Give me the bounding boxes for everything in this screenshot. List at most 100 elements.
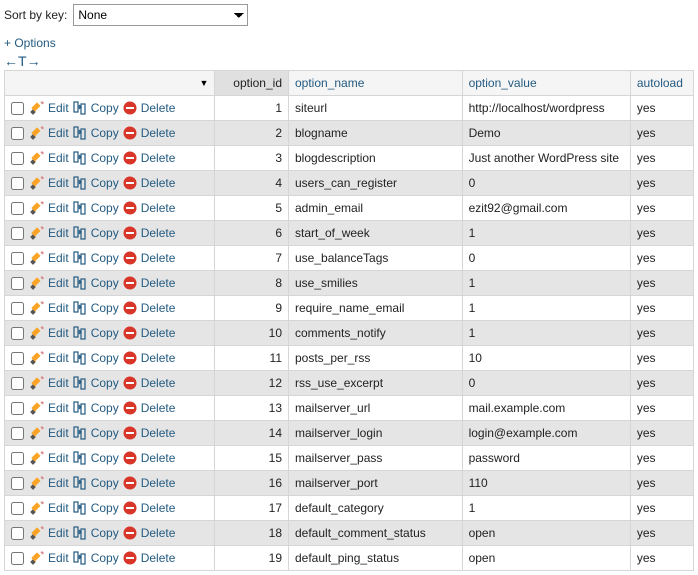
edit-link[interactable]: Edit xyxy=(48,376,69,390)
delete-link[interactable]: Delete xyxy=(141,376,176,390)
row-checkbox[interactable] xyxy=(11,227,24,240)
options-toggle[interactable]: + Options xyxy=(4,36,56,50)
delete-link[interactable]: Delete xyxy=(141,201,176,215)
row-checkbox[interactable] xyxy=(11,152,24,165)
row-checkbox[interactable] xyxy=(11,552,24,565)
edit-link[interactable]: Edit xyxy=(48,401,69,415)
col-option-id[interactable]: option_id xyxy=(215,71,289,96)
cell-autoload: yes xyxy=(630,471,693,496)
delete-link[interactable]: Delete xyxy=(141,301,176,315)
copy-icon xyxy=(73,351,87,365)
move-left-icon[interactable]: ← xyxy=(4,53,18,69)
row-checkbox[interactable] xyxy=(11,452,24,465)
copy-link[interactable]: Copy xyxy=(91,551,119,565)
edit-link[interactable]: Edit xyxy=(48,251,69,265)
edit-link[interactable]: Edit xyxy=(48,201,69,215)
delete-link[interactable]: Delete xyxy=(141,126,176,140)
copy-link[interactable]: Copy xyxy=(91,126,119,140)
col-option-value[interactable]: option_value xyxy=(462,71,630,96)
copy-link[interactable]: Copy xyxy=(91,451,119,465)
delete-link[interactable]: Delete xyxy=(141,276,176,290)
edit-link[interactable]: Edit xyxy=(48,526,69,540)
col-autoload[interactable]: autoload xyxy=(630,71,693,96)
copy-link[interactable]: Copy xyxy=(91,251,119,265)
row-checkbox[interactable] xyxy=(11,502,24,515)
cell-id: 4 xyxy=(215,171,289,196)
copy-link[interactable]: Copy xyxy=(91,426,119,440)
cell-value: Just another WordPress site xyxy=(462,146,630,171)
copy-link[interactable]: Copy xyxy=(91,351,119,365)
copy-link[interactable]: Copy xyxy=(91,401,119,415)
row-checkbox[interactable] xyxy=(11,427,24,440)
row-checkbox[interactable] xyxy=(11,202,24,215)
row-checkbox[interactable] xyxy=(11,177,24,190)
copy-link[interactable]: Copy xyxy=(91,151,119,165)
edit-link[interactable]: Edit xyxy=(48,126,69,140)
edit-link[interactable]: Edit xyxy=(48,226,69,240)
edit-link[interactable]: Edit xyxy=(48,326,69,340)
move-right-icon[interactable]: → xyxy=(27,53,41,69)
edit-link[interactable]: Edit xyxy=(48,451,69,465)
row-checkbox[interactable] xyxy=(11,127,24,140)
edit-link[interactable]: Edit xyxy=(48,476,69,490)
cell-value: open xyxy=(462,521,630,546)
edit-link[interactable]: Edit xyxy=(48,301,69,315)
copy-link[interactable]: Copy xyxy=(91,501,119,515)
row-checkbox[interactable] xyxy=(11,402,24,415)
table-row: EditCopyDelete17default_category1yes xyxy=(5,496,694,521)
edit-link[interactable]: Edit xyxy=(48,551,69,565)
edit-link[interactable]: Edit xyxy=(48,426,69,440)
col-option-name[interactable]: option_name xyxy=(289,71,463,96)
delete-link[interactable]: Delete xyxy=(141,326,176,340)
edit-link[interactable]: Edit xyxy=(48,501,69,515)
copy-link[interactable]: Copy xyxy=(91,326,119,340)
delete-link[interactable]: Delete xyxy=(141,451,176,465)
cell-name: blogdescription xyxy=(289,146,463,171)
t-anchor-icon[interactable]: T xyxy=(18,53,27,69)
delete-link[interactable]: Delete xyxy=(141,551,176,565)
delete-link[interactable]: Delete xyxy=(141,476,176,490)
edit-link[interactable]: Edit xyxy=(48,276,69,290)
edit-link[interactable]: Edit xyxy=(48,351,69,365)
delete-link[interactable]: Delete xyxy=(141,176,176,190)
delete-link[interactable]: Delete xyxy=(141,251,176,265)
sort-key-select[interactable]: None xyxy=(73,4,248,26)
row-checkbox[interactable] xyxy=(11,477,24,490)
row-checkbox[interactable] xyxy=(11,377,24,390)
cell-name: mailserver_url xyxy=(289,396,463,421)
copy-link[interactable]: Copy xyxy=(91,201,119,215)
table-row: EditCopyDelete1siteurlhttp://localhost/w… xyxy=(5,96,694,121)
delete-link[interactable]: Delete xyxy=(141,226,176,240)
delete-link[interactable]: Delete xyxy=(141,526,176,540)
edit-link[interactable]: Edit xyxy=(48,151,69,165)
copy-link[interactable]: Copy xyxy=(91,176,119,190)
copy-link[interactable]: Copy xyxy=(91,301,119,315)
cell-name: rss_use_excerpt xyxy=(289,371,463,396)
row-checkbox[interactable] xyxy=(11,277,24,290)
cell-name: mailserver_login xyxy=(289,421,463,446)
delete-link[interactable]: Delete xyxy=(141,351,176,365)
pencil-icon xyxy=(30,501,44,515)
row-checkbox[interactable] xyxy=(11,327,24,340)
delete-icon xyxy=(123,226,137,240)
row-checkbox[interactable] xyxy=(11,252,24,265)
delete-link[interactable]: Delete xyxy=(141,501,176,515)
copy-link[interactable]: Copy xyxy=(91,526,119,540)
edit-link[interactable]: Edit xyxy=(48,176,69,190)
copy-icon xyxy=(73,151,87,165)
copy-link[interactable]: Copy xyxy=(91,376,119,390)
copy-link[interactable]: Copy xyxy=(91,101,119,115)
delete-link[interactable]: Delete xyxy=(141,101,176,115)
row-checkbox[interactable] xyxy=(11,102,24,115)
copy-link[interactable]: Copy xyxy=(91,276,119,290)
delete-link[interactable]: Delete xyxy=(141,426,176,440)
delete-link[interactable]: Delete xyxy=(141,401,176,415)
pencil-icon xyxy=(30,201,44,215)
row-checkbox[interactable] xyxy=(11,302,24,315)
row-checkbox[interactable] xyxy=(11,352,24,365)
copy-link[interactable]: Copy xyxy=(91,226,119,240)
copy-link[interactable]: Copy xyxy=(91,476,119,490)
row-checkbox[interactable] xyxy=(11,527,24,540)
delete-link[interactable]: Delete xyxy=(141,151,176,165)
edit-link[interactable]: Edit xyxy=(48,101,69,115)
